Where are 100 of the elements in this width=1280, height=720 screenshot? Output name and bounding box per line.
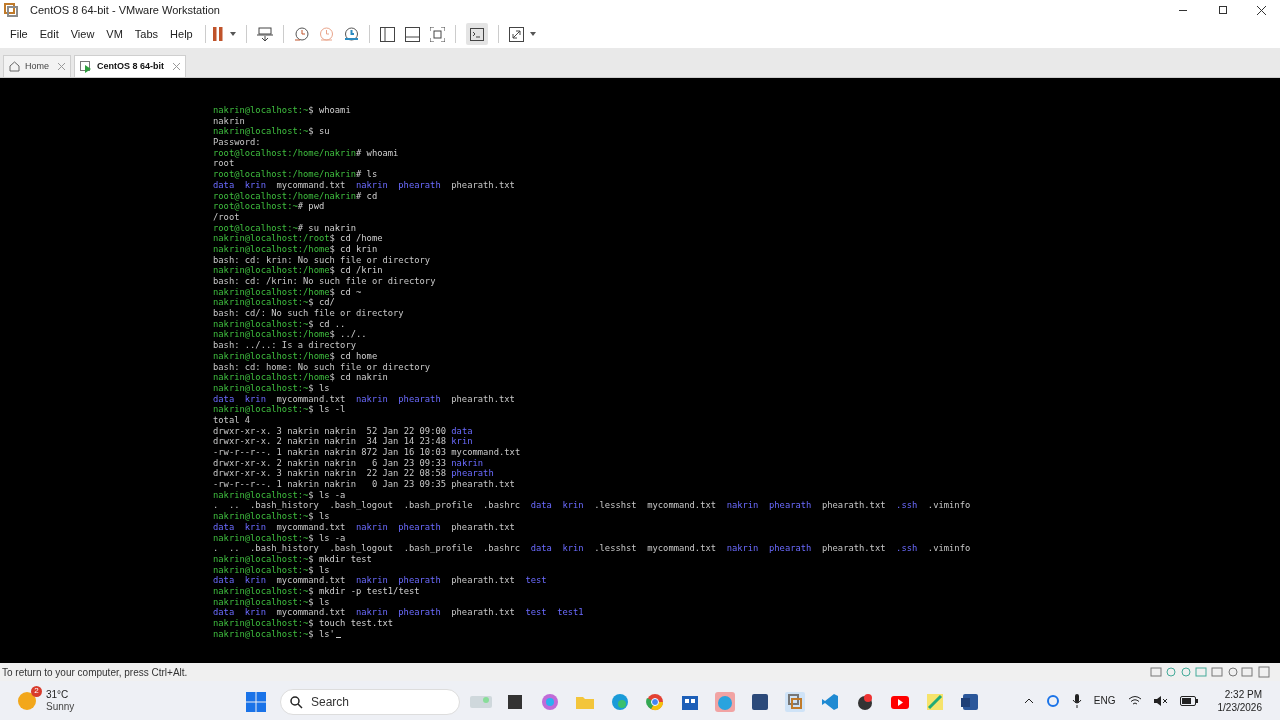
file-name: phearath.txt: [451, 607, 515, 618]
wifi-icon[interactable]: [1127, 695, 1142, 706]
shell-prompt: nakrin@localhost:~: [213, 618, 309, 629]
clock-time[interactable]: 2:32 PM: [1224, 687, 1262, 701]
directory-name: data: [530, 500, 552, 512]
command-text: # ls: [356, 169, 378, 180]
file-name: .: [213, 543, 219, 554]
output-text: root: [213, 158, 235, 170]
search-icon: [290, 696, 303, 709]
shell-prompt: root@localhost:~: [213, 222, 298, 234]
shell-prompt: nakrin@localhost:~: [213, 585, 309, 597]
menu-item[interactable]: Tabs: [128, 25, 165, 43]
menu-item[interactable]: File: [4, 25, 34, 43]
file-name: mycommand.txt: [647, 543, 717, 554]
shell-prompt: nakrin@localhost:~: [213, 318, 309, 330]
sun-icon[interactable]: [16, 689, 38, 712]
home-icon: [9, 61, 20, 72]
file-name: mycommand.txt: [276, 521, 346, 533]
microphone-icon[interactable]: [1071, 693, 1082, 708]
file-details: drwxr-xr-x. 2 nakrin nakrin 6 Jan 23 09:33: [213, 457, 447, 469]
stretch-icon[interactable]: [508, 26, 524, 42]
menu-item[interactable]: View: [64, 25, 101, 43]
directory-name: data: [451, 425, 473, 437]
menu-item[interactable]: VM: [100, 25, 129, 43]
file-name: .bash_history: [250, 500, 319, 512]
tab[interactable]: CentOS 8 64-bit: [74, 55, 187, 77]
command-text: $ mkdir -p test1/test: [308, 585, 420, 597]
menu-item[interactable]: Help: [164, 25, 199, 43]
shell-prompt: nakrin@localhost:/root: [213, 233, 330, 244]
menu-item[interactable]: Edit: [33, 25, 65, 43]
command-text: $ ls': [308, 628, 335, 640]
thumbnail-bar-icon[interactable]: [404, 26, 420, 42]
pause-icon[interactable]: [211, 27, 224, 41]
snapshot-icon[interactable]: [293, 26, 309, 42]
command-text: $ cd krin: [329, 243, 378, 255]
close-icon[interactable]: [1257, 5, 1266, 15]
directory-name: nakrin: [726, 543, 759, 554]
directory-name: phearath: [769, 543, 812, 554]
directory-name: .ssh: [896, 500, 918, 512]
command-text: $ ls: [308, 382, 330, 394]
language-indicator[interactable]: ENG: [1093, 693, 1116, 708]
directory-name: krin: [451, 436, 473, 447]
file-name: .lesshst: [594, 500, 637, 512]
directory-name: krin: [562, 500, 584, 512]
caret-icon[interactable]: [529, 32, 536, 36]
shell-prompt: nakrin@localhost:/home: [213, 265, 330, 276]
file-details: -rw-r--r--. 1 nakrin nakrin 0 Jan 23 09:35: [213, 479, 447, 490]
directory-name: data: [213, 521, 235, 533]
directory-name: phearath: [769, 500, 812, 512]
command-text: $ ../..: [329, 329, 367, 341]
directory-name: data: [213, 179, 235, 191]
directory-name: krin: [244, 393, 266, 405]
file-name: .bashrc: [483, 543, 521, 554]
directory-name: data: [213, 607, 235, 618]
vm-play-icon: [80, 60, 92, 73]
file-name: .bash_logout: [329, 543, 394, 554]
file-details: drwxr-xr-x. 3 nakrin nakrin 52 Jan 22 09:00: [213, 425, 447, 437]
file-name: mycommand.txt: [647, 500, 717, 512]
directory-name: nakrin: [726, 500, 759, 512]
directory-name: phearath: [451, 468, 494, 480]
directory-name: test: [525, 607, 547, 618]
directory-name: .ssh: [896, 543, 918, 554]
caret-icon[interactable]: [229, 32, 236, 36]
output-text: bash: ../..: Is a directory: [213, 340, 356, 351]
output-text: nakrin: [213, 115, 245, 127]
shell-prompt: nakrin@localhost:~: [213, 532, 309, 544]
file-name: ..: [228, 500, 240, 512]
console-view-icon[interactable]: [465, 23, 488, 45]
tab[interactable]: Home: [3, 55, 71, 77]
file-name: .: [213, 500, 219, 512]
command-text: $ ls -a: [308, 489, 346, 501]
temperature: 31°C: [46, 688, 70, 701]
chevron-up-icon[interactable]: [1023, 697, 1034, 704]
sidebar-icon[interactable]: [379, 26, 395, 42]
shell-prompt: root@localhost:/home/nakrin: [213, 147, 356, 159]
start-icon[interactable]: [246, 692, 266, 712]
window-title: CentOS 8 64-bit - VMware Workstation: [30, 2, 220, 18]
file-name: phearath.txt: [821, 543, 886, 554]
snapshot-manager-icon[interactable]: [343, 26, 359, 42]
file-name: phearath.txt: [451, 521, 515, 533]
directory-name: nakrin: [355, 607, 388, 618]
command-text: $ touch test.txt: [308, 618, 394, 629]
speaker-icon[interactable]: [1153, 694, 1168, 707]
file-name: .bash_profile: [403, 543, 473, 554]
file-name: .bashrc: [483, 500, 521, 512]
file-name: mycommand.txt: [276, 575, 346, 586]
directory-name: phearath: [398, 393, 441, 405]
file-name: phearath.txt: [451, 179, 515, 191]
output-text: total 4: [213, 414, 251, 426]
file-name: phearath.txt: [451, 393, 515, 405]
full-screen-icon[interactable]: [429, 26, 445, 42]
send-keys-icon[interactable]: [256, 26, 273, 42]
file-name: ..: [228, 543, 240, 554]
directory-name: nakrin: [355, 393, 388, 405]
file-name: mycommand.txt: [276, 179, 346, 191]
clock-date[interactable]: 1/23/2026: [1217, 700, 1262, 714]
search-field[interactable]: Search: [280, 689, 460, 715]
battery-icon[interactable]: [1179, 695, 1198, 706]
directory-name: phearath: [398, 607, 441, 618]
directory-name: nakrin: [355, 521, 388, 533]
